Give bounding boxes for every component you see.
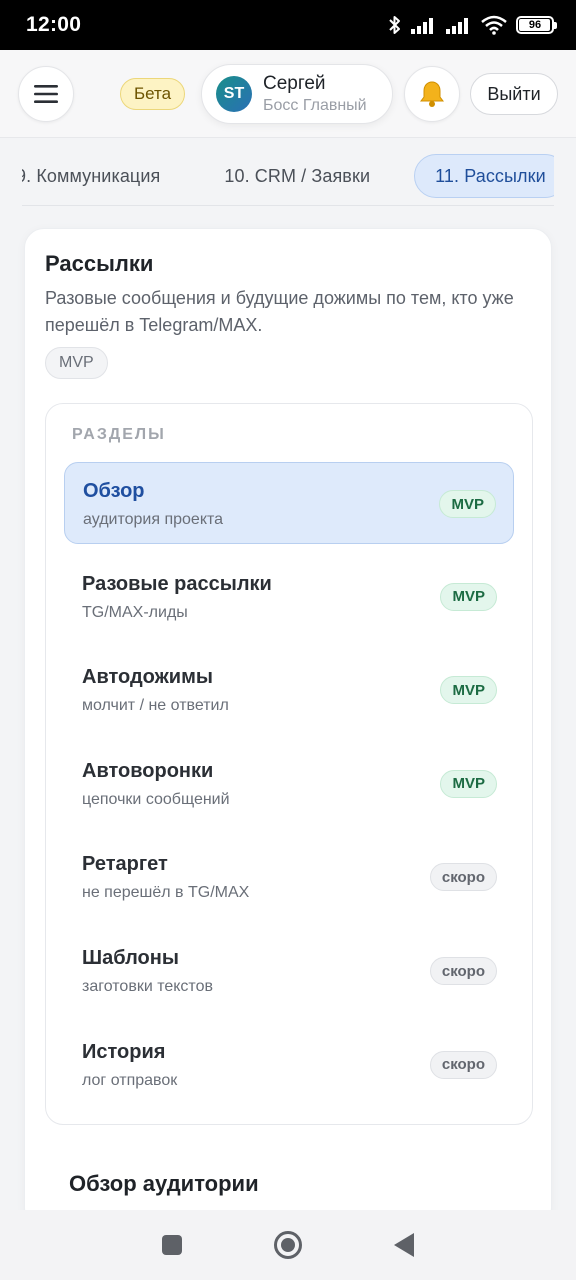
user-profile-chip[interactable]: ST Сергей Босс Главный bbox=[201, 64, 393, 124]
section-name: Автоворонки bbox=[82, 759, 214, 782]
status-badge: скоро bbox=[429, 1050, 497, 1079]
section-tabs: 9. Коммуникация 10. CRM / Заявки 11. Рассы… bbox=[22, 152, 554, 206]
section-subtitle: не перешёл в TG/MAX bbox=[82, 884, 250, 902]
status-badge: MVP bbox=[440, 582, 497, 611]
user-role: Босс Главный bbox=[263, 96, 367, 114]
page-description: Разовые сообщения и будущие дожимы по те… bbox=[45, 288, 514, 335]
sections-heading: РАЗДЕЛЫ bbox=[72, 426, 166, 443]
battery-percent: 96 bbox=[528, 19, 542, 31]
tab-11[interactable]: 11. Рассылки bbox=[414, 154, 554, 198]
section-subtitle: цепочки сообщений bbox=[82, 790, 230, 808]
section-subtitle: лог отправок bbox=[82, 1071, 178, 1089]
section-subtitle: аудитория проекта bbox=[83, 511, 224, 528]
section-name: Обзор bbox=[83, 480, 145, 502]
mailings-card: Рассылки Разовые сообщения и будущие дож… bbox=[24, 228, 552, 1228]
signal-icon-2 bbox=[446, 18, 468, 34]
section-item[interactable]: Разовые рассылки TG/MAX-лиды MVP bbox=[64, 556, 514, 638]
section-item[interactable]: Обзор аудитория проекта MVP bbox=[64, 462, 514, 544]
bell-icon bbox=[420, 81, 444, 107]
status-time: 12:00 bbox=[26, 13, 82, 36]
menu-button[interactable] bbox=[18, 66, 74, 122]
status-badge: скоро bbox=[429, 957, 497, 985]
signal-icon bbox=[411, 18, 433, 34]
system-nav-bar bbox=[0, 1210, 576, 1280]
menu-icon bbox=[34, 85, 58, 103]
beta-badge: Бета bbox=[120, 78, 186, 110]
section-name: Разовые рассылки bbox=[82, 572, 272, 595]
section-item[interactable]: Шаблоны заготовки текстов скоро bbox=[64, 930, 514, 1012]
sections-panel: РАЗДЕЛЫ Обзор аудитория проекта MVP Разовые… bbox=[45, 403, 533, 1125]
tab-9[interactable]: 9. Коммуникация bbox=[22, 154, 180, 198]
status-badge: MVP bbox=[440, 769, 497, 798]
notifications-button[interactable] bbox=[404, 66, 460, 122]
section-subtitle: заготовки текстов bbox=[82, 978, 213, 995]
back-button[interactable] bbox=[394, 1233, 414, 1257]
user-name: Сергей bbox=[263, 72, 326, 94]
overview-title: Обзор аудитории bbox=[69, 1171, 259, 1196]
status-badge: MVP bbox=[439, 490, 496, 518]
section-name: Автодожимы bbox=[82, 666, 213, 689]
battery-icon: 96 bbox=[516, 16, 557, 34]
section-item[interactable]: История лог отправок скоро bbox=[64, 1024, 514, 1106]
app-header: Бета ST Сергей Босс Главный Выйти bbox=[0, 50, 576, 138]
wifi-icon bbox=[481, 15, 507, 35]
status-badge: MVP bbox=[440, 676, 497, 705]
page-title: Рассылки bbox=[45, 251, 154, 276]
status-badge: скоро bbox=[429, 863, 497, 892]
status-icons: 96 bbox=[388, 15, 557, 35]
section-subtitle: молчит / не ответил bbox=[82, 697, 229, 715]
bluetooth-icon bbox=[389, 16, 400, 34]
avatar: ST bbox=[216, 76, 252, 112]
section-name: История bbox=[82, 1040, 166, 1063]
tab-10[interactable]: 10. CRM / Заявки bbox=[204, 154, 390, 198]
section-name: Шаблоны bbox=[82, 947, 179, 969]
section-item[interactable]: Автоворонки цепочки сообщений MVP bbox=[64, 743, 514, 825]
status-bar: 12:00 96 bbox=[0, 0, 576, 50]
section-item[interactable]: Автодожимы молчит / не ответил MVP bbox=[64, 649, 514, 731]
mvp-tag: MVP bbox=[45, 347, 108, 379]
section-item[interactable]: Ретаргет не перешёл в TG/MAX скоро bbox=[64, 836, 514, 918]
recent-apps-button[interactable] bbox=[162, 1235, 182, 1255]
home-button[interactable] bbox=[274, 1231, 302, 1259]
logout-button[interactable]: Выйти bbox=[470, 73, 558, 115]
section-name: Ретаргет bbox=[82, 853, 168, 876]
section-subtitle: TG/MAX-лиды bbox=[82, 603, 188, 621]
